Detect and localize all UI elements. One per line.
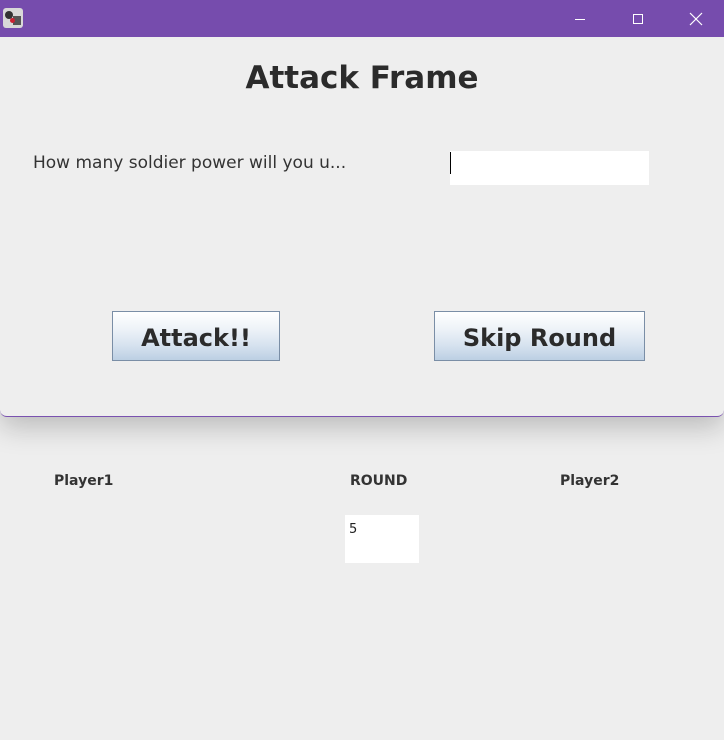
round-label: ROUND — [350, 473, 408, 489]
dialog-title: Attack Frame — [245, 60, 479, 96]
maximize-button[interactable] — [609, 0, 667, 37]
round-value-field[interactable]: 5 — [345, 515, 419, 563]
attack-dialog: Attack Frame How many soldier power will… — [0, 0, 724, 417]
skip-round-button[interactable]: Skip Round — [434, 311, 645, 361]
app-icon[interactable] — [3, 8, 23, 28]
close-icon — [689, 12, 703, 25]
minimize-icon — [575, 18, 585, 20]
minimize-button[interactable] — [551, 0, 609, 37]
soldier-power-input[interactable] — [450, 151, 649, 185]
maximize-icon — [633, 13, 643, 24]
player2-label: Player2 — [560, 473, 620, 489]
title-bar[interactable] — [0, 0, 724, 37]
text-caret — [450, 152, 451, 174]
close-button[interactable] — [667, 0, 724, 37]
attack-button[interactable]: Attack!! — [112, 311, 280, 361]
soldier-power-label: How many soldier power will you u... — [33, 153, 347, 173]
player1-label: Player1 — [54, 473, 114, 489]
